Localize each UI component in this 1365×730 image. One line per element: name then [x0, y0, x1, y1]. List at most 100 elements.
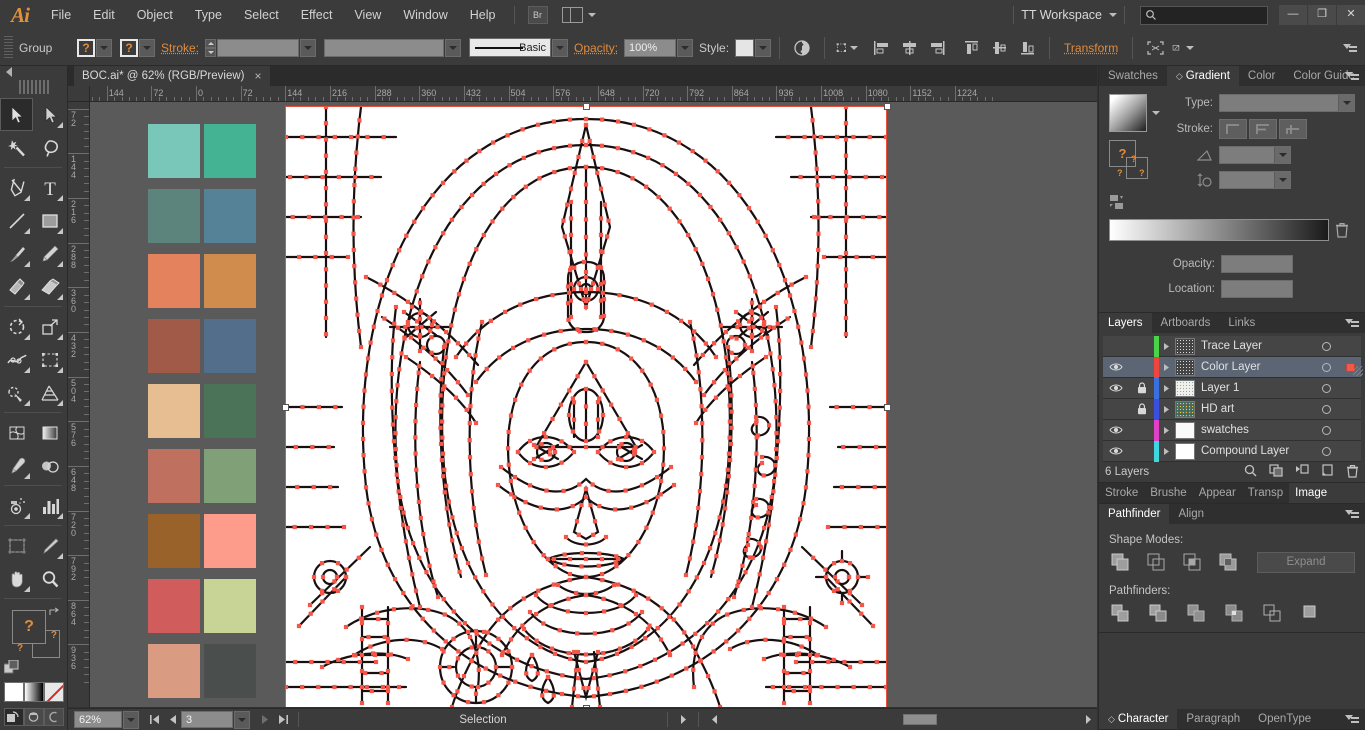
blend-tool[interactable]: [33, 449, 66, 482]
artboard-dropdown[interactable]: [234, 710, 250, 729]
layer-target-circle[interactable]: [1313, 425, 1339, 435]
artwork-swatch[interactable]: [148, 579, 200, 633]
stroke-dropdown[interactable]: [139, 38, 155, 57]
gradient-preview-swatch[interactable]: [1109, 94, 1147, 132]
zoom-level-input[interactable]: 62%: [74, 711, 122, 728]
stroke-weight-field[interactable]: [217, 38, 300, 57]
tab-align[interactable]: Align: [1169, 504, 1213, 524]
width-tool[interactable]: [0, 343, 33, 376]
layer-lock-toggle[interactable]: [1129, 382, 1154, 394]
tab-gradient[interactable]: ◇ Gradient: [1166, 66, 1239, 86]
bridge-icon[interactable]: Br: [527, 6, 548, 24]
panel-menu-icon[interactable]: [1345, 713, 1359, 725]
tab-swatches[interactable]: Swatches: [1099, 66, 1167, 86]
hand-tool[interactable]: [0, 562, 33, 595]
rotate-tool[interactable]: [0, 310, 33, 343]
canvas-horizontal-scrollbar[interactable]: [723, 713, 1079, 727]
menu-file[interactable]: File: [40, 0, 82, 30]
tab-brushes[interactable]: Brushe: [1144, 483, 1192, 503]
layer-row[interactable]: HD art: [1103, 398, 1361, 420]
artwork-swatch[interactable]: [148, 319, 200, 373]
search-input[interactable]: [1140, 5, 1268, 25]
selection-tool[interactable]: [0, 98, 33, 131]
default-fill-stroke-icon[interactable]: [3, 659, 20, 676]
paintbrush-tool[interactable]: [0, 237, 33, 270]
fill-color-box[interactable]: ?: [12, 610, 46, 644]
recolor-artwork-icon[interactable]: [791, 37, 813, 59]
exclude-icon[interactable]: [1217, 551, 1239, 573]
create-new-layer-icon[interactable]: [1321, 464, 1334, 480]
layer-expand-arrow[interactable]: [1159, 426, 1175, 435]
layer-name[interactable]: Trace Layer: [1201, 340, 1313, 352]
divide-icon[interactable]: [1109, 602, 1131, 624]
align-center-h-icon[interactable]: [898, 37, 920, 59]
artwork-swatch[interactable]: [148, 384, 200, 438]
layer-visibility-toggle[interactable]: [1103, 425, 1129, 435]
artwork-swatch[interactable]: [204, 319, 256, 373]
tab-transparency[interactable]: Transp: [1242, 483, 1289, 503]
layer-name[interactable]: swatches: [1201, 424, 1313, 436]
artboard-tool[interactable]: [0, 529, 33, 562]
expand-button[interactable]: Expand: [1257, 551, 1355, 573]
menu-type[interactable]: Type: [184, 0, 233, 30]
panel-menu-icon[interactable]: [1345, 317, 1359, 329]
mesh-tool[interactable]: [0, 416, 33, 449]
layer-row[interactable]: Trace Layer: [1103, 335, 1361, 357]
brush-definition-field[interactable]: Basic: [469, 38, 552, 57]
canvas-area[interactable]: [90, 102, 1097, 707]
gradient-mode-button[interactable]: [23, 682, 44, 702]
menu-window[interactable]: Window: [392, 0, 458, 30]
opacity-label[interactable]: Opacity:: [568, 41, 624, 55]
scale-tool[interactable]: [33, 310, 66, 343]
panel-menu-icon[interactable]: [1345, 508, 1359, 520]
align-bottom-icon[interactable]: [1016, 37, 1038, 59]
minus-back-icon[interactable]: [1299, 602, 1321, 624]
pen-tool[interactable]: [0, 171, 33, 204]
swap-fill-stroke-icon[interactable]: [49, 606, 61, 616]
shape-builder-tool[interactable]: [0, 376, 33, 409]
stroke-along-icon[interactable]: [1249, 119, 1277, 139]
tools-drag-grip[interactable]: [18, 80, 49, 94]
layer-expand-arrow[interactable]: [1159, 342, 1175, 351]
isolate-group-icon[interactable]: [1144, 37, 1166, 59]
gradient-presets-chevron-icon[interactable]: [1152, 111, 1160, 115]
layer-name[interactable]: Compound Layer: [1201, 445, 1313, 457]
bbox-handle-tr[interactable]: [884, 103, 891, 110]
menu-select[interactable]: Select: [233, 0, 290, 30]
locate-object-icon[interactable]: [1244, 464, 1257, 480]
stroke-color-swatch[interactable]: ?: [120, 38, 138, 57]
align-left-icon[interactable]: [870, 37, 892, 59]
restore-button[interactable]: ❐: [1308, 5, 1336, 25]
tab-color[interactable]: Color: [1239, 66, 1284, 86]
layer-visibility-toggle[interactable]: [1103, 383, 1129, 393]
last-artboard-icon[interactable]: [274, 711, 292, 729]
previous-artboard-icon[interactable]: [163, 711, 181, 729]
layer-expand-arrow[interactable]: [1159, 405, 1175, 414]
artwork-swatch[interactable]: [148, 189, 200, 243]
layer-name[interactable]: Layer 1: [1201, 382, 1313, 394]
layer-target-circle[interactable]: [1313, 404, 1339, 414]
artwork-swatch[interactable]: [204, 644, 256, 698]
artwork-swatch[interactable]: [148, 449, 200, 503]
layer-row[interactable]: Compound Layer: [1103, 440, 1361, 462]
zoom-tool[interactable]: [33, 562, 66, 595]
tab-links[interactable]: Links: [1219, 313, 1264, 333]
pencil-tool[interactable]: [33, 237, 66, 270]
close-icon[interactable]: ×: [255, 69, 262, 83]
tab-artboards[interactable]: Artboards: [1152, 313, 1220, 333]
artwork-swatch[interactable]: [204, 579, 256, 633]
hscroll-right-arrow[interactable]: [1079, 711, 1097, 729]
layer-target-circle[interactable]: [1313, 362, 1339, 372]
artwork-swatch[interactable]: [204, 254, 256, 308]
free-transform-tool[interactable]: [33, 343, 66, 376]
hscroll-left-arrow[interactable]: [705, 711, 723, 729]
blob-brush-tool[interactable]: [0, 270, 33, 303]
minimize-button[interactable]: —: [1279, 5, 1307, 25]
gradient-tool[interactable]: [33, 416, 66, 449]
layer-row[interactable]: swatches: [1103, 419, 1361, 441]
panel-resize-grip[interactable]: [1353, 366, 1363, 376]
style-dropdown[interactable]: [755, 38, 772, 57]
edit-clipping-mask-icon[interactable]: [1172, 37, 1195, 59]
stroke-weight-stepper[interactable]: [205, 38, 217, 57]
color-mode-button[interactable]: [3, 682, 24, 702]
